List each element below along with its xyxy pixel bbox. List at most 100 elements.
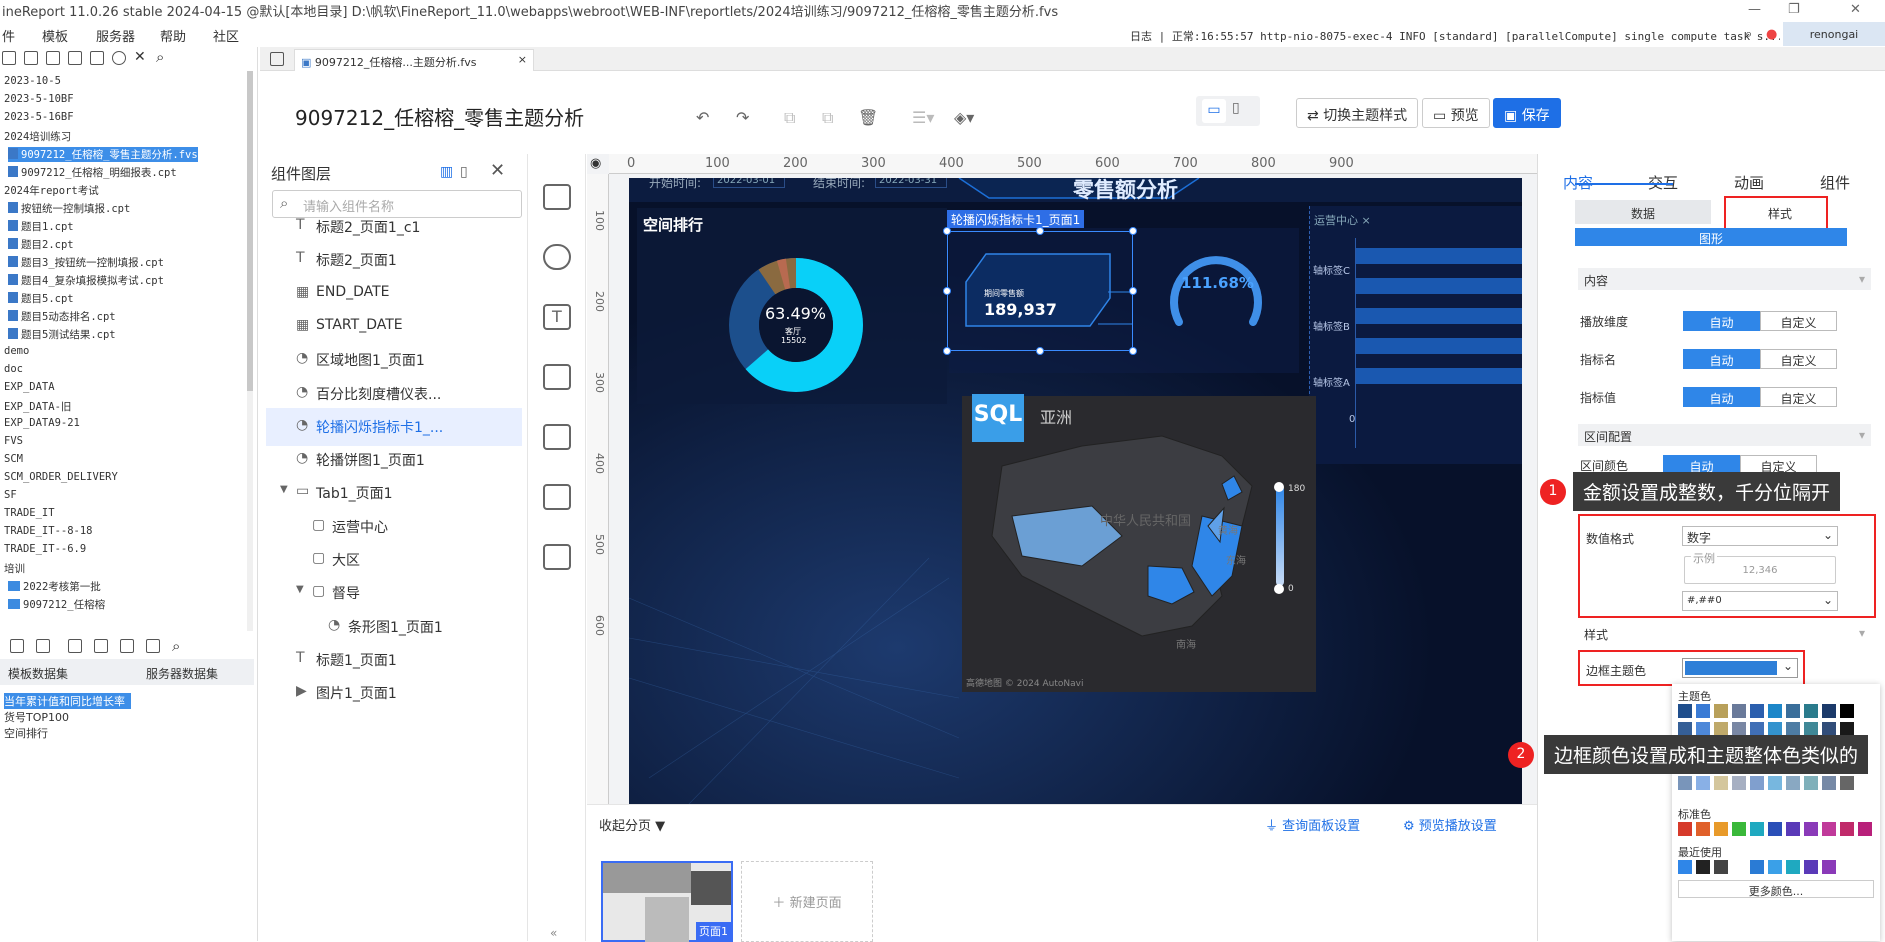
file-tree-item[interactable]: TRADE_IT--6.9 (4, 543, 86, 555)
file-tree-item[interactable]: demo (4, 345, 29, 357)
copy-icon[interactable] (90, 51, 104, 65)
color-swatch[interactable] (1696, 776, 1710, 790)
media-icon[interactable] (543, 364, 571, 390)
color-swatch[interactable] (1822, 822, 1836, 836)
refresh-icon[interactable] (2, 51, 16, 65)
color-swatch[interactable] (1858, 776, 1872, 790)
tab-header[interactable]: 运营中心 × (1314, 212, 1371, 228)
section-range[interactable]: 区间配置 ▾ (1578, 424, 1871, 446)
color-swatch[interactable] (1714, 722, 1728, 736)
color-swatch[interactable] (1804, 822, 1818, 836)
color-swatch[interactable] (1786, 722, 1800, 736)
file-dataset-icon[interactable] (68, 639, 82, 653)
delete-icon[interactable] (68, 51, 82, 65)
file-tree-item[interactable]: 2024年report考试 (4, 183, 99, 198)
color-swatch[interactable] (1678, 822, 1692, 836)
scrollbar[interactable] (247, 71, 253, 631)
dataset-item[interactable]: 货号TOP100 (4, 709, 69, 725)
color-swatch[interactable] (1732, 776, 1746, 790)
edit-icon[interactable] (10, 639, 24, 653)
component-item[interactable]: ▦ END_DATE (266, 275, 522, 313)
paste-style-icon[interactable]: ⧉ (822, 108, 833, 128)
close-icon[interactable]: ✕ (490, 160, 505, 181)
preview-dataset-icon[interactable] (146, 639, 160, 653)
file-tree-item[interactable]: 题目3_按钮统一控制填报.cpt (8, 255, 164, 270)
color-swatch[interactable] (1786, 860, 1800, 874)
file-tree-item[interactable]: 培训 (4, 561, 25, 576)
component-item[interactable]: ◔ 区域地图1_页面1 (266, 341, 522, 379)
redo-icon[interactable]: ↷ (736, 108, 749, 127)
color-swatch[interactable] (1858, 704, 1872, 718)
preview-button[interactable]: ▭ 预览 (1422, 98, 1490, 128)
color-swatch[interactable] (1804, 704, 1818, 718)
dataset-item[interactable]: 空间排行 (4, 725, 48, 741)
search-icon[interactable]: ⌕ (1745, 27, 1752, 42)
expand-arrow-icon[interactable]: ▼ (280, 484, 288, 495)
file-tree-item[interactable]: 按钮统一控制填报.cpt (8, 201, 130, 216)
tab-component[interactable]: 组件 (1820, 172, 1850, 193)
color-swatch[interactable] (1840, 822, 1854, 836)
menu-file[interactable]: 件 (2, 26, 15, 45)
color-swatch[interactable] (1750, 860, 1764, 874)
color-swatch[interactable] (1678, 704, 1692, 718)
component-item[interactable]: ◔ 百分比刻度槽仪表... (266, 375, 522, 413)
text-widget-icon[interactable]: T (543, 304, 571, 330)
subtab-data[interactable]: 数据 (1575, 200, 1711, 224)
component-item[interactable]: ◔ 条形图1_页面1 (266, 608, 522, 646)
legend-handle-bottom[interactable] (1274, 584, 1284, 594)
file-tree-item[interactable]: 题目5测试结果.cpt (8, 327, 116, 342)
layout-icon[interactable]: ▥ (440, 164, 453, 180)
tab-animation[interactable]: 动画 (1734, 172, 1764, 193)
menu-server[interactable]: 服务器 (96, 26, 135, 45)
eye-icon[interactable]: ◉ (590, 156, 601, 171)
donut-chart[interactable] (721, 248, 871, 402)
map-legend-bar[interactable] (1276, 486, 1284, 586)
file-tree-item[interactable]: 2024培训练习 (4, 129, 71, 144)
trash-icon[interactable] (36, 639, 50, 653)
color-swatch[interactable] (1786, 822, 1800, 836)
color-swatch[interactable] (1768, 822, 1782, 836)
menu-template[interactable]: 模板 (42, 26, 68, 45)
color-swatch[interactable] (1750, 704, 1764, 718)
split-icon[interactable]: ▯ (460, 164, 468, 180)
user-badge[interactable]: renongai (1783, 22, 1885, 46)
component-item[interactable]: ▢ 大区 (266, 541, 522, 579)
color-swatch[interactable] (1750, 776, 1764, 790)
component-item[interactable]: ▶ 图片1_页面1 (266, 674, 522, 712)
component-item[interactable]: ▼ ▭ Tab1_页面1 (266, 474, 522, 512)
more-colors-button[interactable]: 更多颜色... (1678, 880, 1874, 898)
file-tree-item[interactable]: EXP_DATA9-21 (4, 417, 80, 429)
close-icon[interactable]: ✕ (1850, 2, 1861, 17)
color-swatch[interactable] (1678, 860, 1692, 874)
close-tab-icon[interactable]: × (518, 53, 527, 66)
new-file-icon[interactable] (24, 51, 38, 65)
region-map[interactable]: SQL 亚洲 中华人民共和国 黄海 东海 南海 180 0 高德地图 © 202… (962, 394, 1316, 692)
pie-chart-icon[interactable] (543, 244, 571, 270)
format-type-select[interactable]: 数字 ⌄ (1682, 526, 1838, 546)
copy-style-icon[interactable]: ⧉ (784, 108, 795, 128)
color-swatch[interactable] (1840, 704, 1854, 718)
color-swatch[interactable] (1768, 860, 1782, 874)
color-swatch[interactable] (1858, 722, 1872, 736)
file-tree-item[interactable]: 2023-5-10BF (4, 93, 74, 105)
border-color-select[interactable]: ⌄ (1682, 658, 1798, 678)
minimize-icon[interactable]: — (1748, 2, 1761, 17)
file-tree-item[interactable]: 题目4_复杂填报模拟考试.cpt (8, 273, 164, 288)
color-swatch[interactable] (1732, 722, 1746, 736)
color-swatch[interactable] (1750, 822, 1764, 836)
tab-server-dataset[interactable]: 服务器数据集 (146, 665, 218, 682)
color-swatch[interactable] (1678, 722, 1692, 736)
query-panel-setting[interactable]: ⏚ 查询面板设置 (1265, 815, 1360, 834)
component-item[interactable]: T 标题2_页面1 (266, 241, 522, 279)
color-swatch[interactable] (1822, 722, 1836, 736)
component-item[interactable]: ▼ ▢ 督导 (266, 574, 522, 612)
color-swatch[interactable] (1768, 704, 1782, 718)
color-swatch[interactable] (1822, 704, 1836, 718)
file-tree-item[interactable]: EXP_DATA (4, 381, 55, 393)
file-tree-item[interactable]: 9097212_任榕榕_明细报表.cpt (8, 165, 177, 180)
color-swatch[interactable] (1732, 860, 1746, 874)
file-tree-item[interactable]: 题目5.cpt (8, 291, 74, 306)
undo-icon[interactable]: ↶ (696, 108, 709, 127)
file-tree-item[interactable]: TRADE_IT (4, 507, 55, 519)
color-swatch[interactable] (1822, 776, 1836, 790)
